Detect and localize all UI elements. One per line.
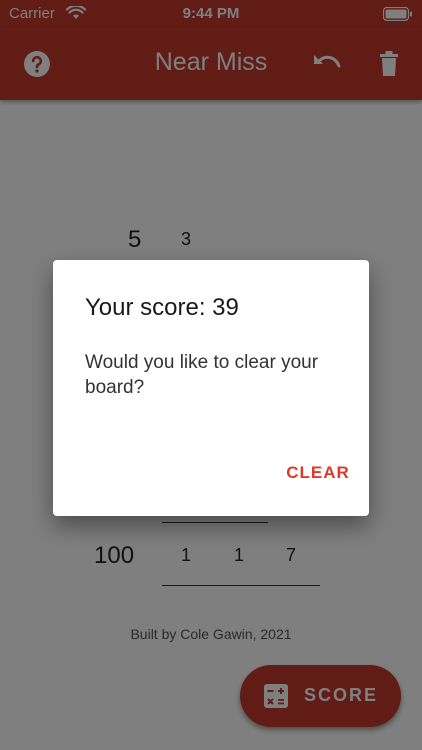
clear-button[interactable]: CLEAR [275,458,361,488]
dialog-title: Your score: 39 [85,294,239,321]
dialog-message: Would you like to clear your board? [85,352,319,398]
score-dialog: Your score: 39 Would you like to clear y… [53,260,369,516]
